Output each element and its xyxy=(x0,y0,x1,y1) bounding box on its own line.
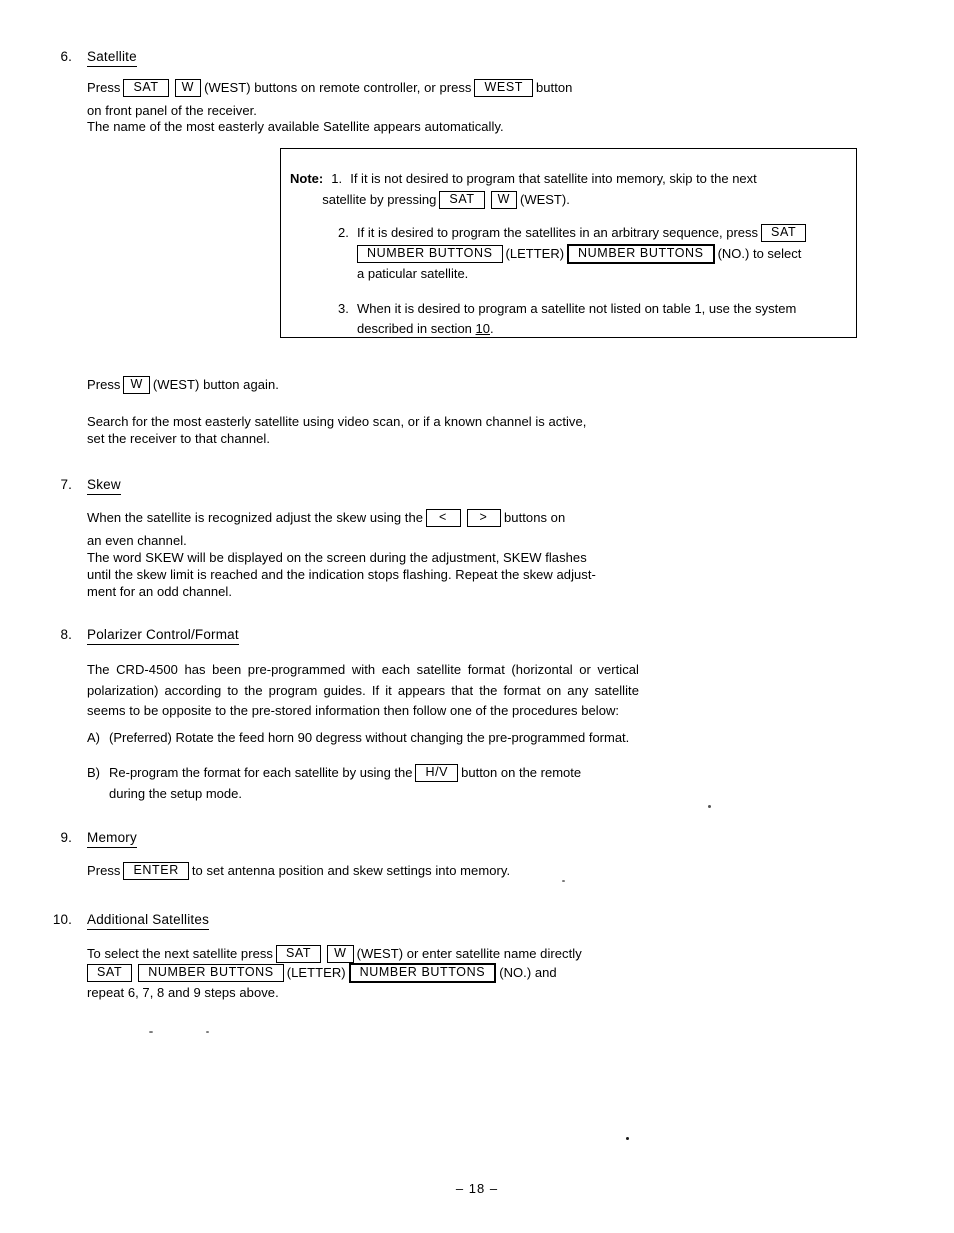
note-item-3-section-ref: 10 xyxy=(475,321,490,336)
key-w[interactable]: W xyxy=(174,79,202,97)
section-heading-additional-text: Additional Satellites xyxy=(87,911,210,930)
skew-line1: When the satellite is recognized adjust … xyxy=(87,508,565,529)
scan-speck xyxy=(626,1137,629,1140)
additional-line1-text: To select the next satellite press xyxy=(87,946,273,961)
note-item-2-line1-text: If it is desired to program the satellit… xyxy=(357,225,759,240)
section-number-6: 6. xyxy=(60,49,72,64)
note-item-1-line2-end: (WEST). xyxy=(519,191,570,207)
note-item-2-letter-label: (LETTER) xyxy=(505,245,565,261)
note-item-2-index: 2. xyxy=(338,225,349,240)
section-heading-polarizer: Polarizer Control/Format xyxy=(87,626,239,645)
note-item-3-index: 3. xyxy=(338,300,349,316)
key-left-arrow[interactable]: < xyxy=(426,509,461,527)
note-item-1-line1: If it is not desired to program that sat… xyxy=(350,171,757,186)
additional-line2: SAT NUMBER BUTTONS (LETTER) NUMBER BUTTONS(… xyxy=(87,963,557,984)
skew-line1-text: When the satellite is recognized adjust … xyxy=(87,510,424,525)
skew-line5: ment for an odd channel. xyxy=(87,584,233,599)
document-page: 6. Satellite Press SAT W (WEST) buttons on … xyxy=(0,0,954,1233)
page-number: – 18 – xyxy=(455,1181,499,1196)
key-sat-note1[interactable]: SAT xyxy=(439,190,485,209)
section-number-9: 9. xyxy=(60,830,72,845)
satellite-press-end: button xyxy=(536,80,573,95)
note-item-3: 3. When it is desired to program a satel… xyxy=(338,299,850,340)
section-heading-memory: Memory xyxy=(87,829,137,848)
note-item-2: 2. If it is desired to program the satel… xyxy=(338,223,850,285)
note-item-1-line2: satellite by pressing SAT W (WEST). xyxy=(322,190,842,211)
note-item-3-line2-text: described in section xyxy=(357,321,472,336)
search-line2: set the receiver to that channel. xyxy=(87,431,271,446)
key-sat-additional-1[interactable]: SAT xyxy=(275,945,322,963)
key-right-arrow[interactable]: > xyxy=(466,509,502,527)
satellite-press-line: Press SAT W (WEST) buttons on remote contro… xyxy=(87,78,572,99)
satellite-line3: The name of the most easterly available … xyxy=(87,119,504,134)
key-w-additional[interactable]: W xyxy=(327,945,354,963)
section-heading-polarizer-text: Polarizer Control/Format xyxy=(87,626,239,645)
polarizer-item-b-label: B) xyxy=(87,765,100,780)
press-w-again-label: Press xyxy=(87,377,121,392)
note-item-1-body: If it is not desired to program that sat… xyxy=(322,169,842,210)
press-w-again-end: (WEST) button again. xyxy=(152,377,279,392)
key-hv[interactable]: H/V xyxy=(415,764,459,782)
section-number-8: 8. xyxy=(60,627,72,642)
section-heading-additional: Additional Satellites xyxy=(87,911,210,930)
polarizer-item-b-text-c: during the setup mode. xyxy=(109,785,242,801)
key-sat-note2[interactable]: SAT xyxy=(761,224,807,242)
key-w-note1[interactable]: W xyxy=(490,190,517,209)
key-number-buttons-no-additional[interactable]: NUMBER BUTTONS xyxy=(348,963,497,983)
section-number-10: 10. xyxy=(52,912,72,927)
satellite-press-label: Press xyxy=(87,80,121,95)
additional-line1-end: (WEST) or enter satellite name directly xyxy=(356,946,582,961)
satellite-press-mid: (WEST) buttons on remote controller, or … xyxy=(204,80,472,95)
polarizer-item-b-text-a: Re-program the format for each satellite… xyxy=(109,765,413,780)
note-item-2-body: If it is desired to program the satellit… xyxy=(357,223,850,285)
polarizer-item-a-text: (Preferred) Rotate the feed horn 90 degr… xyxy=(109,730,630,745)
section-heading-skew: Skew xyxy=(87,476,121,495)
section-number-7: 7. xyxy=(60,477,72,492)
memory-line-end: to set antenna position and skew setting… xyxy=(191,863,511,878)
polarizer-item-b-text-b: button on the remote xyxy=(461,765,582,780)
press-w-again-line: Press W (WEST) button again. xyxy=(87,375,279,396)
key-west[interactable]: WEST xyxy=(474,79,533,97)
note-item-1: Note: 1. If it is not desired to program… xyxy=(290,169,842,210)
skew-line1-end: buttons on xyxy=(504,510,566,525)
polarizer-item-a: A) (Preferred) Rotate the feed horn 90 d… xyxy=(87,728,642,749)
note-item-1-line2-text: satellite by pressing xyxy=(322,191,437,207)
polarizer-body: The CRD-4500 has been pre-programmed wit… xyxy=(87,662,639,718)
key-number-buttons-no-note2[interactable]: NUMBER BUTTONS xyxy=(567,243,715,264)
additional-line1: To select the next satellite press SAT W (W… xyxy=(87,944,582,965)
section-heading-skew-text: Skew xyxy=(87,476,121,495)
note-item-2-line2-end: (NO.) to select xyxy=(717,245,802,261)
section-heading-memory-text: Memory xyxy=(87,829,137,848)
note-box: Note: 1. If it is not desired to program… xyxy=(280,148,857,338)
note-item-3-line1: When it is desired to program a satellit… xyxy=(357,300,797,316)
polarizer-item-b: B) Re-program the format for each satell… xyxy=(87,763,647,804)
key-number-buttons-letter-additional[interactable]: NUMBER BUTTONS xyxy=(138,964,284,982)
memory-line: Press ENTER to set antenna position and sk… xyxy=(87,861,510,882)
memory-press-label: Press xyxy=(87,863,121,878)
note-item-2-line3: a paticular satellite. xyxy=(357,266,469,281)
additional-letter-label: (LETTER) xyxy=(286,965,346,980)
key-number-buttons-letter-note2[interactable]: NUMBER BUTTONS xyxy=(357,244,503,263)
key-w-again[interactable]: W xyxy=(123,376,150,394)
additional-no-label: (NO.) and xyxy=(499,965,557,980)
polarizer-item-a-label: A) xyxy=(87,730,100,745)
scan-speck xyxy=(562,880,565,882)
note-item-1-index: 1. xyxy=(331,171,343,186)
key-enter[interactable]: ENTER xyxy=(123,862,189,880)
note-item-2-line1: If it is desired to program the satellit… xyxy=(357,223,850,244)
note-item-3-body: When it is desired to program a satellit… xyxy=(357,299,850,340)
scan-speck xyxy=(206,1031,209,1033)
note-item-3-line2: described in section 10. xyxy=(357,319,850,340)
additional-line3: repeat 6, 7, 8 and 9 steps above. xyxy=(87,985,279,1000)
key-sat-additional-2[interactable]: SAT xyxy=(87,964,133,982)
note-item-3-period: . xyxy=(490,321,494,336)
section-heading-satellite: Satellite xyxy=(87,48,137,67)
scan-speck xyxy=(149,1031,153,1033)
note-label: Note: xyxy=(290,171,324,186)
note-item-2-line2: NUMBER BUTTONS (LETTER) NUMBER BUTTONS (NO.… xyxy=(357,243,850,265)
section-heading-satellite-text: Satellite xyxy=(87,48,137,67)
scan-speck xyxy=(708,805,711,808)
polarizer-item-b-text: Re-program the format for each satellite… xyxy=(109,763,647,804)
key-sat[interactable]: SAT xyxy=(123,79,169,97)
